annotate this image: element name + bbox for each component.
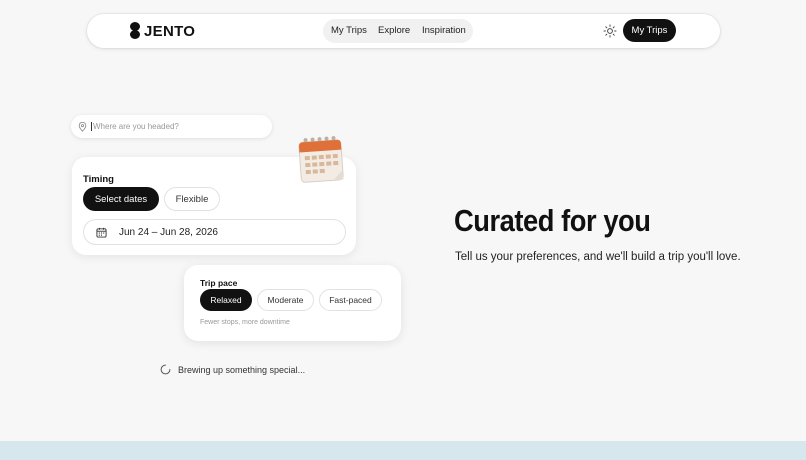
destination-input[interactable] (91, 122, 261, 131)
top-navbar: JENTO My Trips Explore Inspiration My Tr… (87, 14, 720, 48)
location-pin-icon (78, 121, 87, 132)
timing-title: Timing (83, 174, 114, 185)
nav-link-explore[interactable]: Explore (378, 25, 410, 36)
pace-moderate-button[interactable]: Moderate (257, 289, 314, 311)
bottom-band (0, 441, 806, 460)
nav-link-inspiration[interactable]: Inspiration (422, 25, 466, 36)
my-trips-button[interactable]: My Trips (623, 19, 676, 42)
trip-pace-card: Trip pace Relaxed Moderate Fast-paced Fe… (184, 265, 401, 341)
select-dates-button[interactable]: Select dates (83, 187, 159, 211)
loading-text: Brewing up something special... (178, 364, 306, 375)
date-range-field[interactable]: Jun 24 – Jun 28, 2026 (83, 219, 346, 245)
calendar-icon (96, 227, 107, 238)
trip-pace-title: Trip pace (200, 278, 238, 288)
hero-subtitle: Tell us your preferences, and we'll buil… (455, 251, 741, 263)
brand-logo[interactable]: JENTO (130, 22, 195, 40)
sun-icon[interactable] (603, 24, 617, 38)
date-range-value: Jun 24 – Jun 28, 2026 (119, 226, 218, 238)
logo-mark-icon (130, 22, 140, 40)
nav-link-my-trips[interactable]: My Trips (331, 25, 367, 36)
brand-name: JENTO (144, 22, 196, 40)
pace-hint: Fewer stops, more downtime (200, 319, 290, 326)
loading-indicator: Brewing up something special... (160, 364, 305, 375)
pace-relaxed-button[interactable]: Relaxed (200, 289, 252, 311)
destination-search (71, 115, 272, 138)
nav-links: My Trips Explore Inspiration (323, 19, 473, 43)
calendar-illustration-icon (298, 136, 344, 183)
flexible-button[interactable]: Flexible (164, 187, 220, 211)
spinner-icon (160, 364, 171, 375)
hero-title: Curated for you (454, 203, 651, 238)
pace-fast-paced-button[interactable]: Fast-paced (319, 289, 382, 311)
